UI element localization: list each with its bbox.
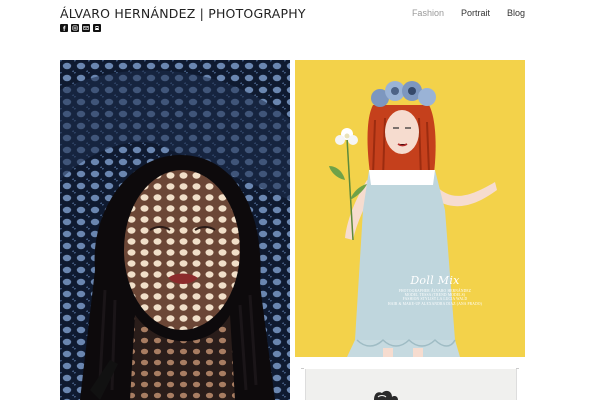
doll-mix-image — [295, 60, 525, 357]
nav-blog[interactable]: Blog — [507, 8, 525, 18]
photo-doll-mix[interactable]: Doll Mix PHOTOGRAPHER ÁLVARO HERNÁNDEZ M… — [295, 60, 525, 357]
facebook-icon[interactable] — [60, 24, 68, 32]
illustration-image — [306, 369, 516, 400]
nav-fashion[interactable]: Fashion — [412, 8, 444, 18]
phone-icon[interactable] — [93, 24, 101, 32]
caption-credit: HAIR & MAKE-UP ALEXANDRA DIAZ (ANA PRADO… — [387, 301, 483, 306]
main-nav: Fashion Portrait Blog — [412, 8, 525, 18]
photo-illustration[interactable] — [305, 369, 517, 400]
caption-credits: PHOTOGRAPHER ÁLVARO HERNÁNDEZ MODEL TESS… — [375, 289, 495, 306]
photo-caption: Doll Mix PHOTOGRAPHER ÁLVARO HERNÁNDEZ M… — [375, 274, 495, 306]
social-icons — [60, 24, 101, 32]
caption-title: Doll Mix — [410, 274, 460, 287]
instagram-icon[interactable] — [71, 24, 79, 32]
nav-portrait[interactable]: Portrait — [461, 8, 490, 18]
email-icon[interactable] — [82, 24, 90, 32]
hat-portrait-image — [60, 60, 290, 400]
site-title[interactable]: ÁLVARO HERNÁNDEZ | PHOTOGRAPHY — [60, 6, 306, 21]
crop-mark — [301, 368, 304, 369]
photo-hat-portrait[interactable] — [60, 60, 290, 400]
